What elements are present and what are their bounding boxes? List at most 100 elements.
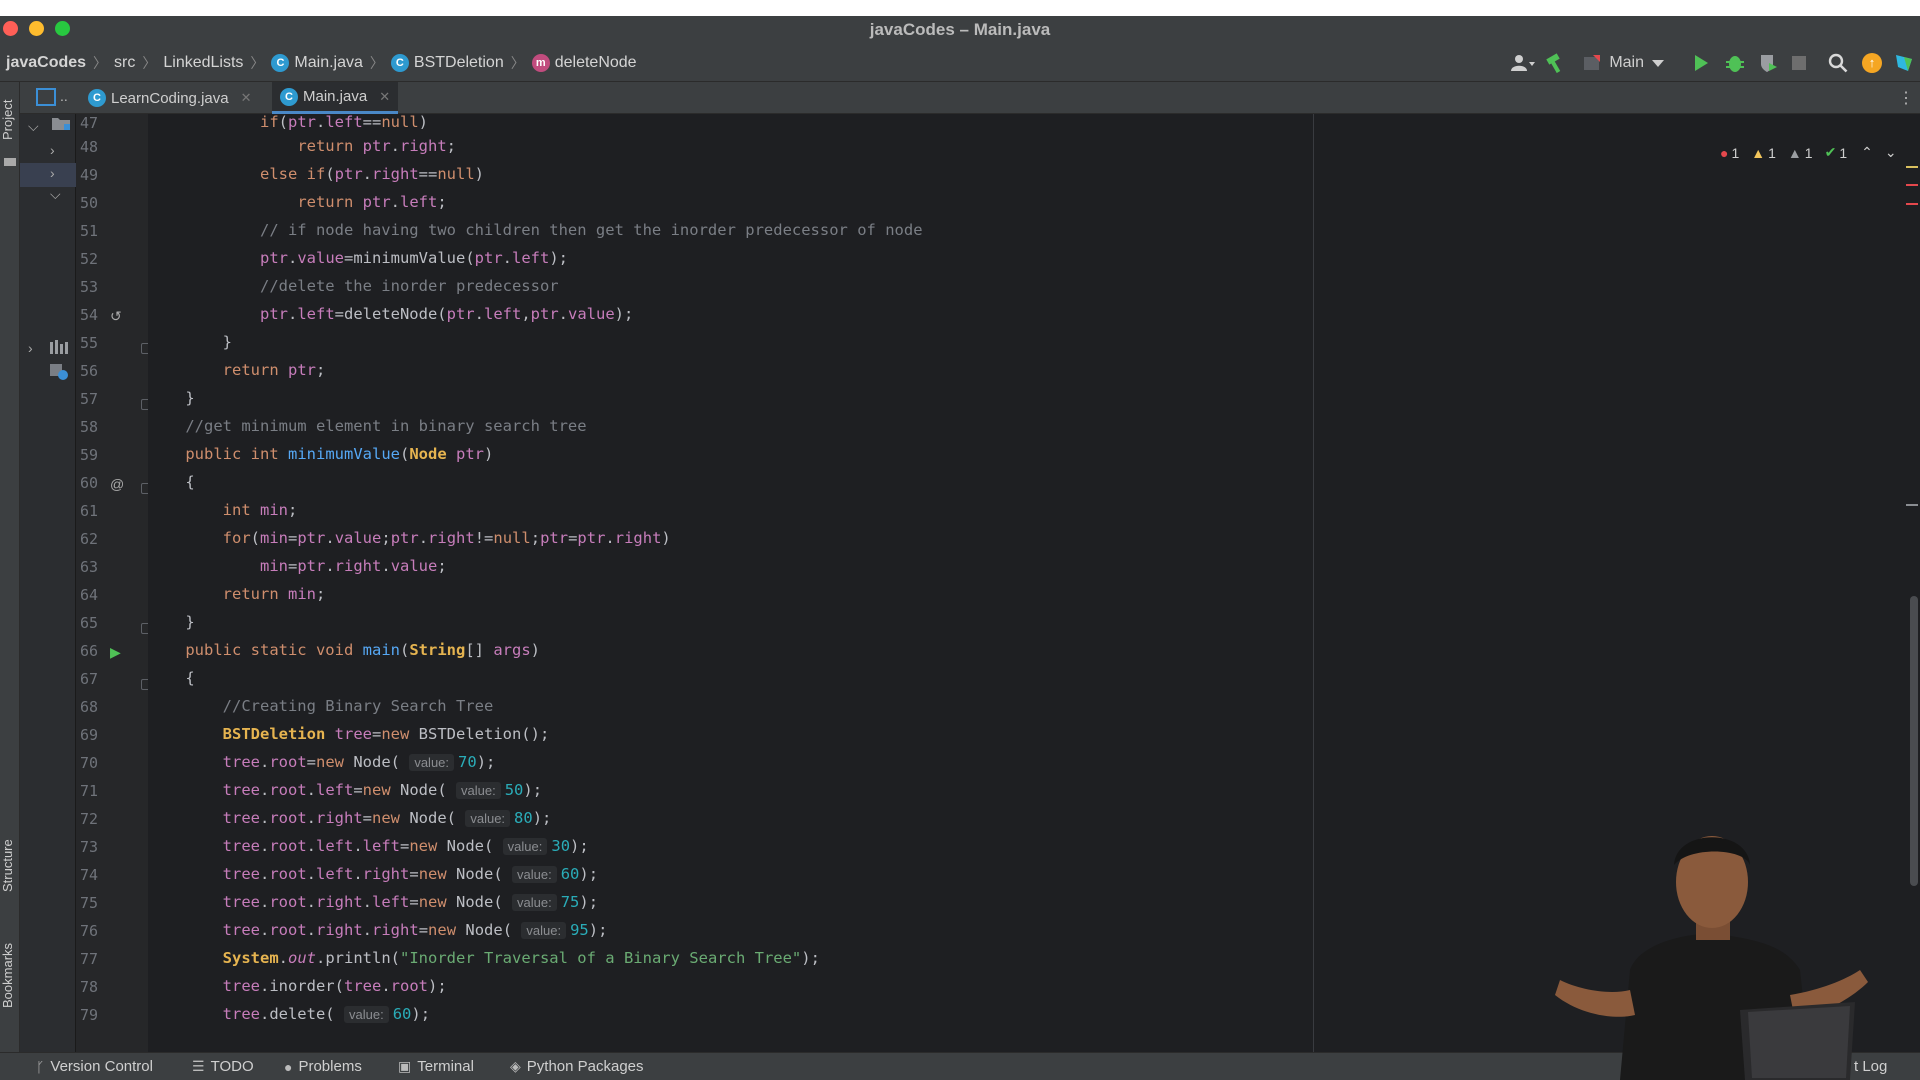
code-line: return ptr.right;: [297, 137, 457, 155]
breadcrumb-project[interactable]: javaCodes: [6, 54, 86, 72]
error-stripe-mark[interactable]: [1906, 203, 1918, 205]
chevron-right-icon[interactable]: ›: [50, 165, 55, 181]
tab-learncoding-java[interactable]: C LearnCoding.java ✕: [80, 82, 260, 114]
line-number: 79: [79, 1006, 98, 1024]
line-number: 53: [79, 278, 98, 296]
line-number: 52: [79, 250, 98, 268]
coverage-button[interactable]: [1758, 49, 1778, 77]
inlay-hint: value:: [521, 922, 567, 939]
terminal-button[interactable]: ▣ Terminal: [398, 1058, 474, 1075]
breadcrumb-bstdeletion[interactable]: C BSTDeletion: [390, 54, 504, 72]
window-title: javaCodes – Main.java: [869, 20, 1051, 39]
code-line: int min;: [222, 501, 298, 519]
line-number: 64: [79, 586, 98, 604]
code-line: ptr.value=minimumValue(ptr.left);: [259, 249, 568, 267]
inlay-hint: value:: [343, 1006, 389, 1023]
method-icon: m: [531, 54, 550, 72]
todo-button[interactable]: ☰ TODO: [192, 1058, 254, 1075]
warning-stripe-mark[interactable]: [1906, 166, 1918, 168]
bug-icon: [1726, 56, 1744, 72]
debug-button[interactable]: [1726, 49, 1744, 77]
line-number: 73: [79, 838, 98, 856]
code-line: {: [148, 473, 195, 491]
hammer-icon: [1546, 53, 1561, 73]
title-bar: javaCodes – Main.java: [0, 16, 1920, 44]
error-stripe-mark[interactable]: [1906, 184, 1918, 186]
line-number: 66: [79, 642, 98, 660]
code-line: tree.root.left=new Node( value: 50);: [222, 781, 543, 799]
plugin-button[interactable]: [1894, 49, 1914, 77]
breadcrumb: javaCodes 〉 src 〉 LinkedLists 〉 C Main.ja…: [6, 53, 637, 73]
breadcrumb-linkedlists[interactable]: LinkedLists: [163, 54, 243, 72]
run-button[interactable]: [1695, 49, 1708, 77]
editor-gutter: 47 48 49 50 51 52 53 54 55 56 57 58 59 6…: [76, 114, 152, 1052]
chevron-down-icon[interactable]: ⌄: [1885, 144, 1897, 161]
code-line: public int minimumValue(Node ptr): [185, 445, 494, 463]
stripe-mark[interactable]: [1906, 504, 1918, 506]
code-editor[interactable]: if(ptr.left==null) return ptr.right; els…: [148, 114, 1314, 1052]
scratches-icon: [50, 364, 68, 383]
build-button[interactable]: [1544, 49, 1566, 77]
info-icon: ●: [284, 1058, 293, 1075]
code-line: BSTDeletion tree=new BSTDeletion();: [222, 725, 550, 743]
code-line: }: [148, 333, 232, 351]
line-number: 60: [79, 474, 98, 492]
chevron-down-icon[interactable]: ⌵: [50, 186, 61, 203]
code-line: // if node having two children then get …: [259, 221, 923, 239]
line-number: 57: [79, 390, 98, 408]
stop-icon: [1792, 56, 1806, 70]
run-gutter-icon[interactable]: ▶: [110, 644, 121, 661]
override-at-icon: @: [110, 476, 125, 492]
line-number: 55: [79, 334, 98, 352]
project-tool-button[interactable]: Project: [0, 88, 20, 152]
main-toolbar: Main ↑: [1502, 44, 1920, 82]
breadcrumb-main-java[interactable]: C Main.java: [271, 54, 363, 72]
structure-tool-button[interactable]: Structure: [0, 826, 20, 906]
code-line: return ptr.left;: [297, 193, 447, 211]
error-count: 1: [1731, 144, 1740, 161]
chevron-right-icon[interactable]: ›: [50, 142, 55, 158]
chevron-down-icon[interactable]: ⌵: [28, 118, 39, 135]
updates-button[interactable]: ↑: [1862, 49, 1882, 77]
code-line: //get minimum element in binary search t…: [185, 417, 587, 435]
navigation-bar: javaCodes 〉 src 〉 LinkedLists 〉 C Main.ja…: [0, 44, 1920, 82]
close-icon[interactable]: ✕: [241, 90, 252, 106]
chevron-right-icon[interactable]: ›: [28, 340, 33, 356]
inspection-widget[interactable]: ● 1 ▲ 1 ▲ 1 ✔ 1 ⌃ ⌄: [1720, 144, 1897, 161]
inlay-hint: value:: [409, 754, 455, 771]
problems-button[interactable]: ● Problems: [284, 1058, 362, 1075]
class-icon: C: [88, 89, 106, 107]
breadcrumb-deletenode[interactable]: m deleteNode: [531, 54, 637, 72]
vertical-dots-icon[interactable]: ⋮: [1898, 88, 1914, 108]
stop-button[interactable]: [1792, 49, 1806, 77]
code-line: }: [148, 389, 195, 407]
terminal-icon: ▣: [398, 1058, 412, 1074]
warning-count: 1: [1768, 144, 1776, 161]
bookmarks-tool-button[interactable]: Bookmarks: [0, 930, 20, 1020]
version-control-button[interactable]: ᚴ Version Control: [36, 1058, 153, 1075]
line-number: 58: [79, 418, 98, 436]
chevron-up-icon[interactable]: ⌃: [1861, 144, 1873, 161]
inlay-hint: value:: [502, 838, 548, 855]
breadcrumb-src[interactable]: src: [114, 54, 135, 72]
tab-main-java[interactable]: C Main.java ✕: [272, 82, 399, 114]
more-dots-icon[interactable]: ..: [60, 88, 68, 104]
line-number: 63: [79, 558, 98, 576]
project-panel: ⌵ › › ⌵ ›: [20, 114, 76, 1052]
code-line: {: [148, 669, 195, 687]
weak-warning-count: 1: [1804, 144, 1813, 161]
presenter-image: [1555, 836, 1868, 1080]
window-icon[interactable]: [36, 88, 56, 106]
close-icon[interactable]: ✕: [379, 89, 390, 105]
check-icon: ✔: [1824, 144, 1837, 160]
search-everywhere-button[interactable]: [1828, 49, 1848, 77]
tree-row-selected[interactable]: [20, 163, 76, 187]
error-icon: ●: [1720, 144, 1729, 161]
run-configuration-select[interactable]: Main: [1574, 49, 1673, 77]
line-number: 69: [79, 726, 98, 744]
account-button[interactable]: [1510, 49, 1536, 77]
jetbrains-logo-icon: [1896, 55, 1912, 71]
class-icon: C: [280, 87, 298, 106]
application-icon: [1584, 55, 1601, 70]
python-packages-button[interactable]: ◈ Python Packages: [510, 1058, 644, 1075]
